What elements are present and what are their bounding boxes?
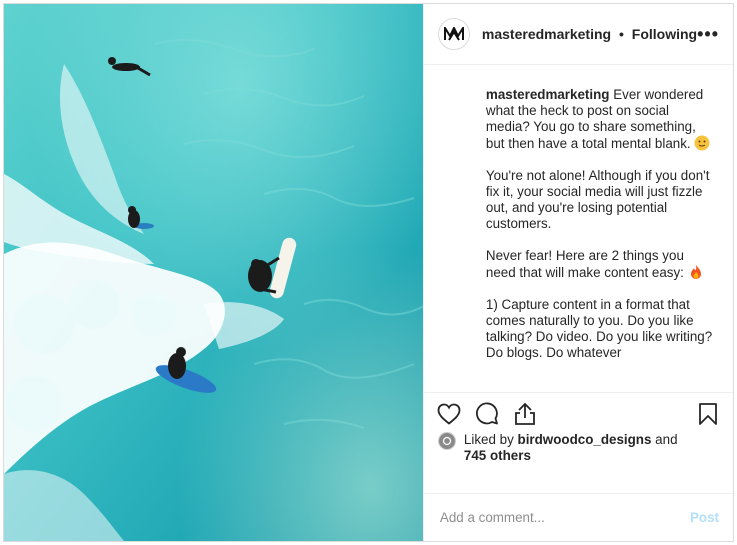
following-button[interactable]: Following [632,26,697,42]
likes-prefix: Liked by [463,432,514,447]
likes-summary: Liked by birdwoodco_designs and 745 othe… [437,432,723,464]
header-user-line: masteredmarketing • Following [482,26,697,42]
header-username[interactable]: masteredmarketing [482,26,611,42]
caption-paragraph-1: masteredmarketing Ever wondered what the… [486,87,713,152]
action-bar [423,392,733,434]
instagram-post: masteredmarketing • Following ••• master… [3,3,734,542]
post-header: masteredmarketing • Following ••• [423,4,733,65]
more-options-button[interactable]: ••• [697,24,719,45]
liker-username[interactable]: birdwoodco_designs [518,432,652,447]
ocean-surf-image [4,4,423,541]
slightly-smiling-emoji-icon [694,135,710,151]
fire-emoji-icon [688,265,704,280]
caption-paragraph-3: Never fear! Here are 2 things you need t… [486,248,713,281]
caption-para3: Never fear! Here are 2 things you need t… [485,248,684,280]
account-avatar[interactable] [437,18,470,50]
caption-para2: You're not alone! Although if you don't … [485,168,710,231]
caption-text: masteredmarketing Ever wondered what the… [486,87,713,361]
comment-input[interactable] [437,509,690,526]
caption-username[interactable]: masteredmarketing [486,87,610,102]
header-separator: • [618,26,624,42]
liker-avatar[interactable] [437,432,456,450]
likes-text: Liked by birdwoodco_designs and 745 othe… [464,432,678,464]
post-image-surfers[interactable] [4,4,423,541]
bookmark-icon[interactable] [695,401,721,427]
comment-icon[interactable] [474,401,500,427]
caption-scroll-area[interactable]: masteredmarketing Ever wondered what the… [424,66,733,391]
post-sidebar: masteredmarketing • Following ••• master… [422,4,733,541]
comment-bar: Post [423,493,733,541]
caption-para4: 1) Capture content in a format that come… [485,297,713,360]
heart-icon[interactable] [436,401,462,427]
mastered-marketing-logo-icon [443,27,464,41]
likes-others-link[interactable]: 745 others [464,448,531,463]
likes-and: and [655,432,678,447]
share-icon[interactable] [512,401,538,427]
liker-logo-icon [442,436,452,446]
post-comment-button[interactable]: Post [690,510,719,525]
